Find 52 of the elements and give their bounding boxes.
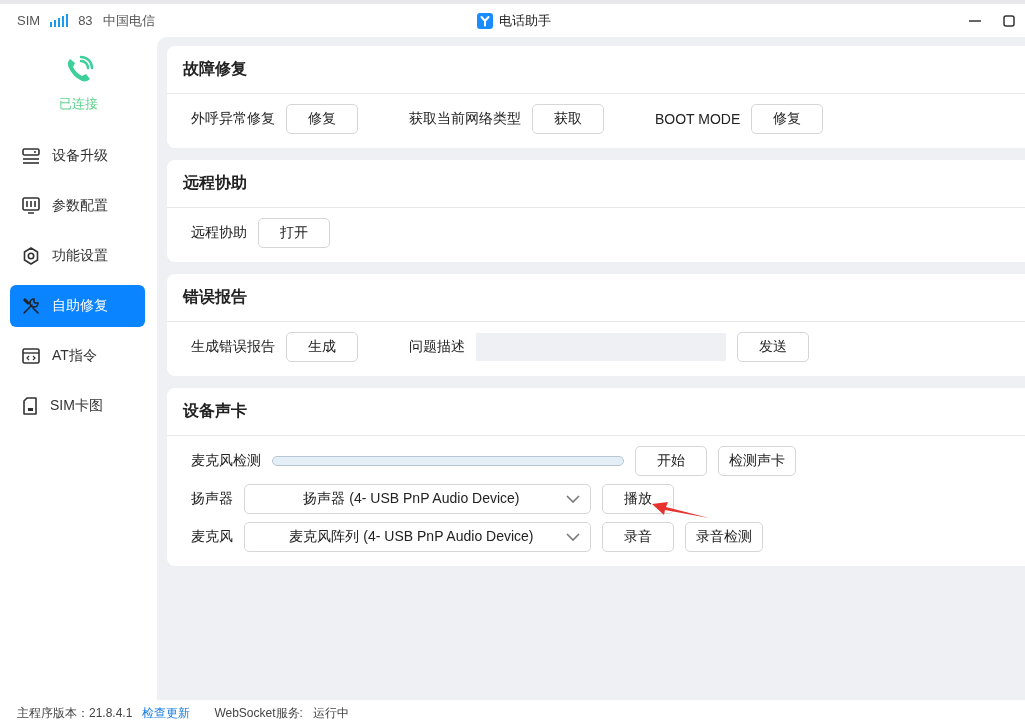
window-title: 电话助手 <box>499 11 551 30</box>
tools-icon <box>22 297 40 315</box>
server-icon <box>22 148 40 164</box>
section-title: 错误报告 <box>183 287 247 307</box>
section-title: 故障修复 <box>183 59 247 79</box>
signal-icon <box>50 14 69 27</box>
sidebar-item[interactable]: AT指令 <box>10 335 145 377</box>
chevron-down-icon <box>566 533 580 541</box>
action-button[interactable]: 录音检测 <box>685 522 763 552</box>
connection-status: 已连接 <box>59 95 98 113</box>
action-button[interactable]: 获取 <box>532 104 604 134</box>
maximize-icon[interactable] <box>1003 14 1015 27</box>
service-status: 运行中 <box>312 704 349 722</box>
action-button[interactable]: 打开 <box>258 218 330 248</box>
action-button[interactable]: 录音 <box>602 522 674 552</box>
signal-value: 83 <box>78 13 93 28</box>
settings-icon <box>22 247 40 265</box>
field-label: 麦克风检测 <box>191 452 261 470</box>
field-label: 获取当前网络类型 <box>409 110 521 128</box>
check-update-link[interactable]: 检查更新 <box>142 704 191 722</box>
field-label: 远程协助 <box>191 224 247 242</box>
device-dropdown[interactable]: 扬声器 (4- USB PnP Audio Device) <box>244 484 591 514</box>
sim-label: SIM <box>17 13 41 28</box>
action-button[interactable]: 开始 <box>635 446 707 476</box>
app-logo-icon <box>477 12 493 29</box>
action-button[interactable]: 修复 <box>751 104 824 134</box>
field-label: 问题描述 <box>409 338 465 356</box>
field-label: 外呼异常修复 <box>191 110 275 128</box>
action-button[interactable]: 发送 <box>737 332 809 362</box>
sidebar-item[interactable]: 自助修复 <box>10 285 145 327</box>
action-button[interactable]: 修复 <box>286 104 358 134</box>
action-button[interactable]: 生成 <box>286 332 358 362</box>
carrier-name: 中国电信 <box>102 11 155 30</box>
field-label: 麦克风 <box>191 528 233 546</box>
field-label: BOOT MODE <box>655 111 741 127</box>
version-text: 主程序版本：21.8.4.1 <box>17 704 133 722</box>
service-label: WebSocket服务: <box>214 704 303 722</box>
sidebar-item[interactable]: 功能设置 <box>10 235 145 277</box>
section-title: 远程协助 <box>183 173 247 193</box>
device-dropdown[interactable]: 麦克风阵列 (4- USB PnP Audio Device) <box>244 522 591 552</box>
field-label: 扬声器 <box>191 490 233 508</box>
sidebar-item[interactable]: SIM卡图 <box>10 385 145 427</box>
action-button[interactable]: 播放 <box>602 484 674 514</box>
sim-card-icon <box>22 397 38 415</box>
sidebar-item[interactable]: 设备升级 <box>10 135 145 177</box>
action-button[interactable]: 检测声卡 <box>718 446 796 476</box>
code-window-icon <box>22 348 40 364</box>
sidebar-item[interactable]: 参数配置 <box>10 185 145 227</box>
chevron-down-icon <box>566 495 580 503</box>
sliders-icon <box>22 197 40 215</box>
field-label: 生成错误报告 <box>191 338 275 356</box>
section-title: 设备声卡 <box>183 401 247 421</box>
